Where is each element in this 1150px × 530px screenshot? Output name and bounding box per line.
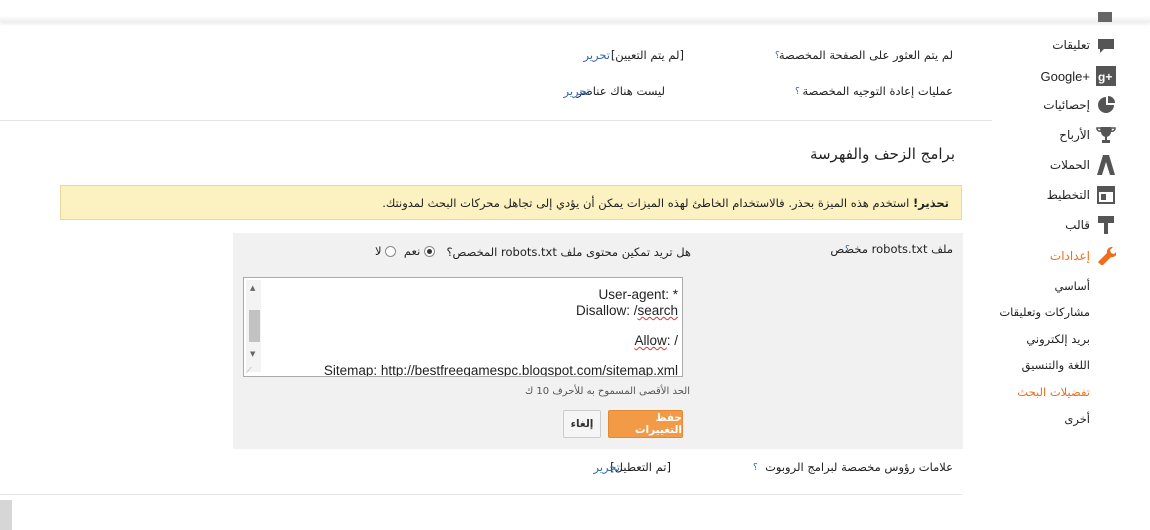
sidebar-item-stats[interactable]: إحصائيات	[970, 98, 1090, 112]
scrollbar-thumb[interactable]	[249, 310, 260, 342]
submenu-item-basic[interactable]: أساسي	[1054, 279, 1090, 293]
partial-top-icon	[1098, 12, 1112, 22]
submenu-item-posts-comments[interactable]: مشاركات وتعليقات	[999, 305, 1090, 319]
robots-line-2: Disallow: /search	[576, 303, 678, 318]
google-plus-icon: g+	[1096, 66, 1116, 86]
radio-no[interactable]	[385, 246, 397, 257]
header-shadow	[0, 0, 1150, 22]
edit-link-missing-page[interactable]: تحرير	[583, 48, 610, 62]
submenu-item-language[interactable]: اللغة والتنسيق	[1022, 358, 1090, 372]
trophy-icon	[1096, 125, 1116, 145]
sidebar-item-settings[interactable]: إعدادات	[970, 249, 1090, 263]
page-scrollbar[interactable]	[0, 500, 12, 530]
submenu-label: بريد إلكتروني	[1026, 332, 1090, 346]
scroll-down-arrow-icon[interactable]: ▼	[250, 350, 255, 358]
sidebar-item-comments[interactable]: تعليقات	[970, 38, 1090, 52]
submenu-item-other[interactable]: أخرى	[1064, 412, 1090, 426]
divider	[0, 494, 962, 495]
comment-icon	[1096, 36, 1116, 56]
divider	[0, 120, 992, 121]
robots-textarea[interactable]: ▲ ▼ User-agent: * Disallow: /search Allo…	[243, 277, 683, 377]
svg-text:g+: g+	[1098, 70, 1112, 84]
warning-bold: تحذير!	[913, 196, 949, 210]
robots-headers-label: علامات رؤوس مخصصة لبرامج الروبوت	[765, 460, 953, 474]
char-limit-note: الحد الأقصى المسموح به للأحرف 10 ك	[524, 386, 690, 397]
help-icon[interactable]: ؟	[795, 87, 800, 97]
redirects-label: عمليات إعادة التوجيه المخصصة	[802, 84, 953, 98]
help-icon[interactable]: ؟	[753, 463, 758, 473]
robots-line-1: User-agent: *	[598, 287, 678, 302]
robots-line-3: Allow: /	[634, 333, 678, 348]
textarea-scrollbar[interactable]: ▲ ▼	[246, 280, 261, 372]
edit-link-redirects[interactable]: تحرير	[563, 84, 590, 98]
sidebar-item-google-plus[interactable]: Google+	[970, 69, 1090, 84]
submenu-item-search-preferences[interactable]: تفضيلات البحث	[1017, 385, 1090, 399]
submenu-item-email[interactable]: بريد إلكتروني	[1026, 332, 1090, 346]
missing-page-value: [لم يتم التعيين]	[610, 48, 684, 62]
sidebar-item-layout[interactable]: التخطيط	[970, 188, 1090, 202]
radio-yes-label: نعم	[403, 244, 421, 258]
submenu-label: أساسي	[1054, 279, 1090, 293]
warning-box: تحذير! استخدم هذه الميزة بحذر. فالاستخدا…	[60, 185, 962, 220]
sidebar-item-label: Google+	[1040, 69, 1090, 84]
scroll-up-arrow-icon[interactable]: ▲	[250, 284, 255, 292]
robots-question: هل تريد تمكين محتوى ملف robots.txt المخص…	[446, 245, 691, 259]
sidebar-item-label: تعليقات	[1052, 38, 1090, 52]
missing-page-label: لم يتم العثور على الصفحة المخصصة	[778, 48, 953, 62]
robots-line-2-a: Disallow: /	[575, 303, 638, 318]
resize-handle-icon[interactable]: ⟋	[246, 366, 252, 376]
template-icon	[1096, 215, 1116, 235]
robots-line-3-b: : /	[666, 333, 678, 348]
robots-line-2-b: search	[637, 303, 678, 318]
sidebar-item-label: الحملات	[1049, 158, 1090, 172]
pie-chart-icon	[1096, 95, 1116, 115]
robots-line-3-a: Allow	[634, 333, 667, 348]
sidebar-item-label: إعدادات	[1049, 249, 1090, 263]
cancel-button[interactable]: إلغاء	[563, 410, 601, 438]
wrench-icon	[1096, 245, 1116, 265]
submenu-label: مشاركات وتعليقات	[999, 305, 1090, 319]
section-title: برامج الزحف والفهرسة	[809, 145, 955, 163]
campaigns-icon	[1096, 155, 1116, 175]
partial-row-top	[760, 13, 820, 19]
sidebar-item-label: الأرباح	[1059, 128, 1090, 142]
edit-link-robots-headers[interactable]: تحرير	[593, 460, 620, 474]
radio-no-label: لا	[375, 244, 382, 258]
submenu-label: أخرى	[1064, 412, 1090, 426]
submenu-label: تفضيلات البحث	[1017, 385, 1090, 399]
sidebar-item-label: إحصائيات	[1043, 98, 1090, 112]
save-changes-button[interactable]: حفظ التغييرات	[608, 410, 683, 438]
sidebar-item-label: التخطيط	[1046, 188, 1090, 202]
warning-text: استخدم هذه الميزة بحذر. فالاستخدام الخاط…	[382, 196, 914, 210]
help-icon[interactable]: ؟	[775, 51, 780, 61]
robots-line-4: Sitemap: http://bestfreegamespc.blogspot…	[323, 363, 678, 377]
help-icon[interactable]: ؟	[845, 245, 850, 255]
sidebar-item-campaigns[interactable]: الحملات	[970, 158, 1090, 172]
radio-yes[interactable]	[423, 246, 435, 257]
sidebar-item-template[interactable]: قالب	[970, 218, 1090, 232]
sidebar-item-label: قالب	[1065, 218, 1090, 232]
submenu-label: اللغة والتنسيق	[1021, 358, 1090, 372]
sidebar-item-earnings[interactable]: الأرباح	[970, 128, 1090, 142]
robots-radio-group: نعم لا	[375, 244, 435, 258]
layout-icon	[1096, 185, 1116, 205]
